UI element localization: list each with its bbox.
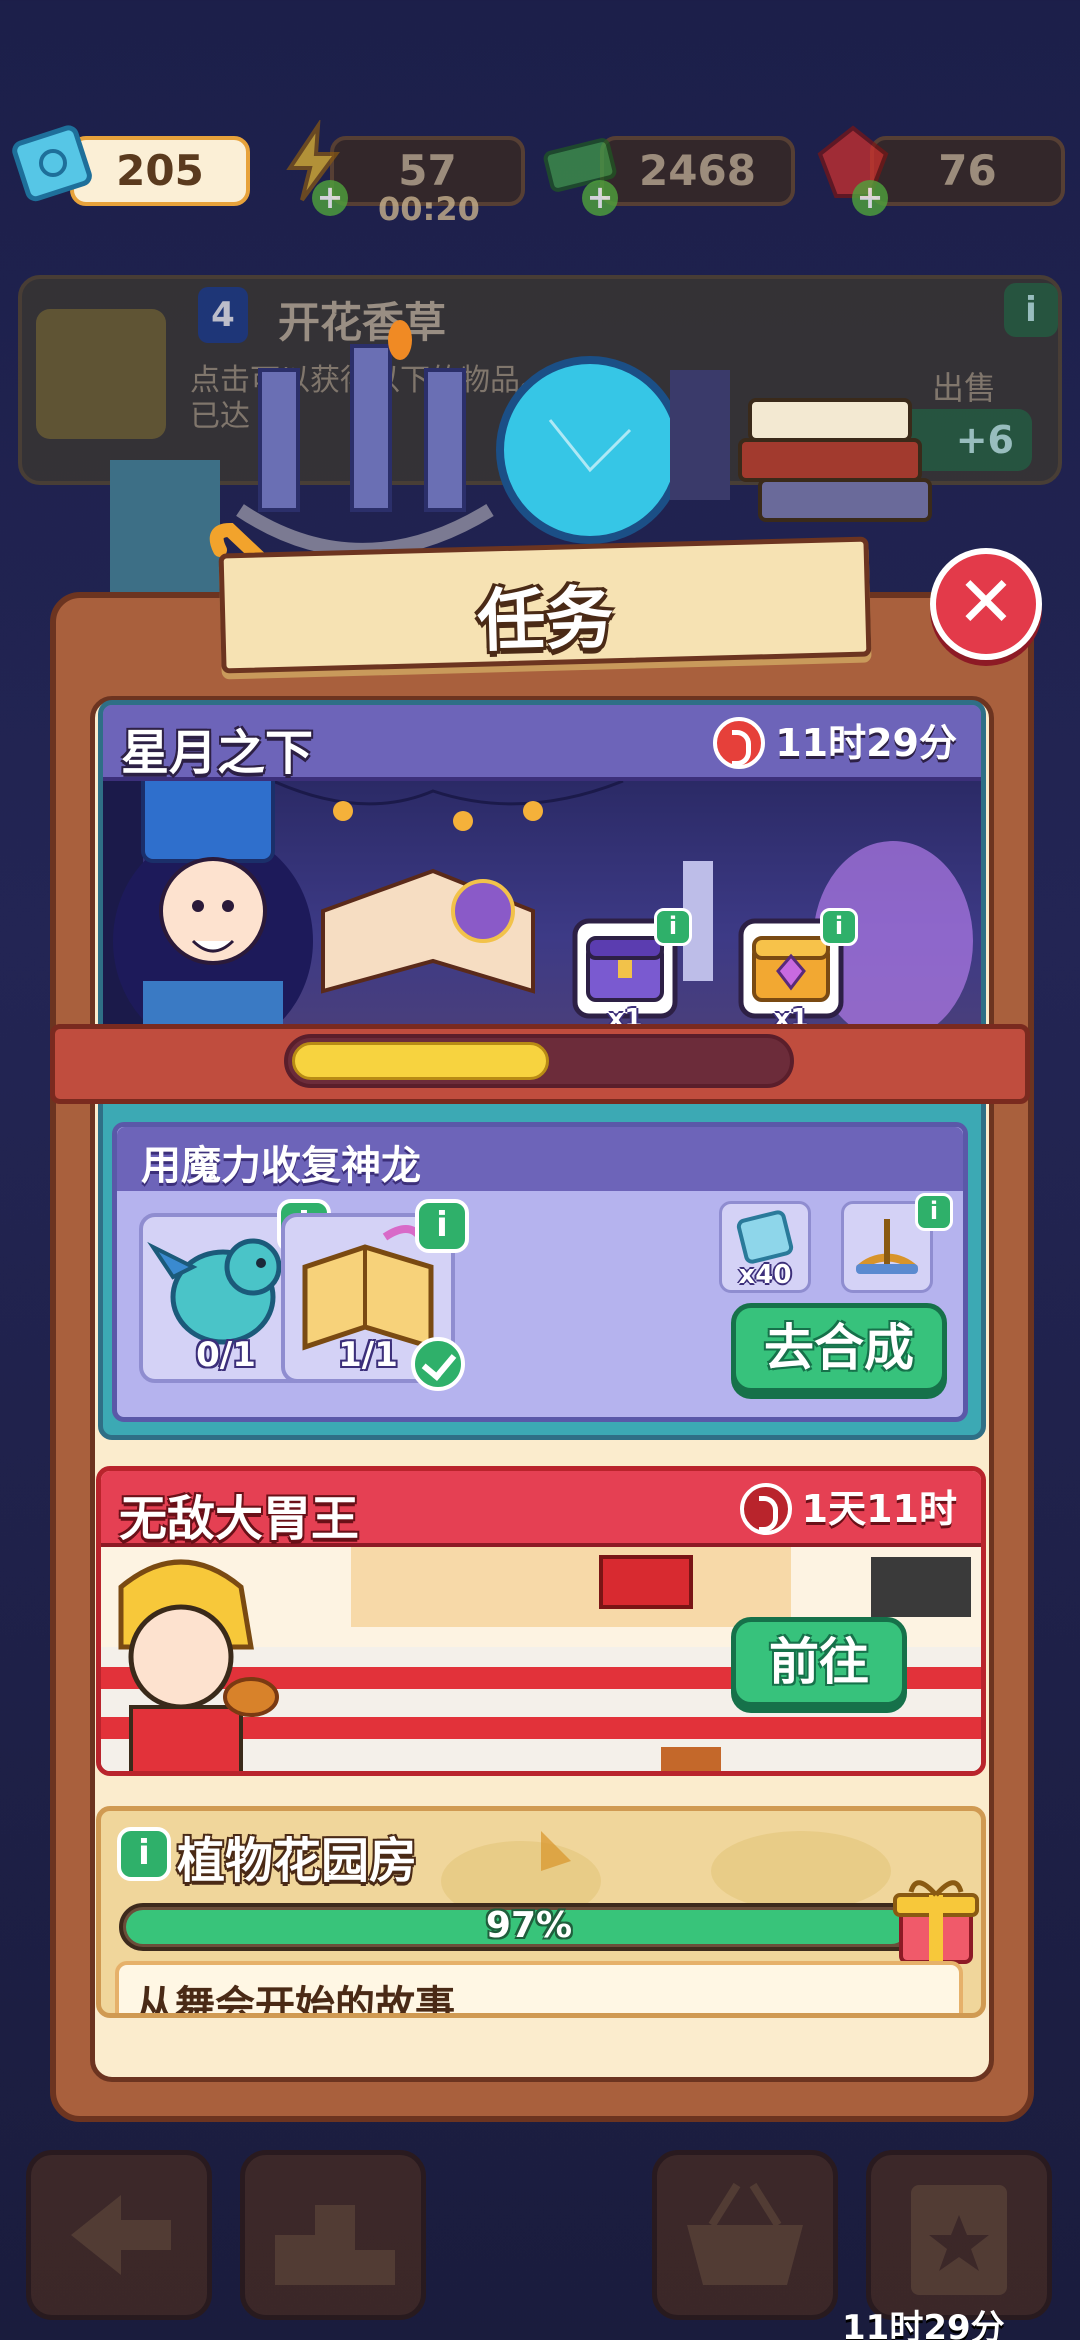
- fortune-teller-character: [113, 769, 313, 1051]
- basket-icon: [687, 2182, 803, 2285]
- event-timer: 11时29分: [703, 713, 971, 773]
- gift-box-icon[interactable]: [891, 1867, 981, 1967]
- quest-timer: 11时29分: [842, 2308, 1005, 2340]
- info-icon[interactable]: i: [820, 908, 858, 946]
- modal-title-banner: 任务: [218, 536, 872, 674]
- story-card[interactable]: 从舞会开始的故事: [115, 1961, 963, 2018]
- ticket-counter[interactable]: 205: [70, 136, 250, 206]
- reward-purple-chest[interactable]: x1 i: [570, 908, 692, 1034]
- event-title: 无敌大胃王: [119, 1491, 360, 1547]
- clock-icon: [713, 717, 766, 769]
- event-progress-bar: [284, 1034, 794, 1088]
- garden-progress-label: 97%: [485, 1905, 573, 1946]
- event-title: 星月之下: [121, 725, 314, 781]
- energy-plus-icon[interactable]: +: [312, 180, 348, 216]
- event-card-eater[interactable]: 无敌大胃王 1天11时 前往: [96, 1466, 986, 1776]
- subtask-reward-ticket[interactable]: x40: [719, 1201, 811, 1293]
- info-icon[interactable]: i: [654, 908, 692, 946]
- clock-icon: [739, 1483, 792, 1535]
- shop-button[interactable]: [652, 2150, 838, 2320]
- cash-counter[interactable]: 2468: [600, 136, 795, 206]
- checkmark-icon: [411, 1337, 465, 1391]
- go-merge-button[interactable]: 去合成: [731, 1303, 947, 1393]
- info-icon[interactable]: i: [1004, 283, 1058, 337]
- event-header: 无敌大胃王 1天11时: [101, 1471, 981, 1547]
- arrow-left-icon: [71, 2195, 171, 2275]
- modal-title: 任务: [476, 579, 615, 662]
- event-header: 星月之下 11时29分: [103, 705, 981, 781]
- event-timer-text: 11时29分: [775, 721, 957, 765]
- back-button[interactable]: [26, 2150, 212, 2320]
- cash-plus-icon[interactable]: +: [582, 180, 618, 216]
- event-progress-fill: [292, 1042, 549, 1080]
- subtask-title: 用魔力收复神龙: [141, 1143, 421, 1189]
- go-button[interactable]: 前往: [731, 1617, 907, 1707]
- gem-counter[interactable]: 76: [870, 136, 1065, 206]
- reward-count: x40: [738, 1260, 792, 1290]
- open-spellbook: [321, 868, 535, 994]
- info-icon[interactable]: i: [117, 1827, 171, 1881]
- subtask-header: 用魔力收复神龙: [117, 1127, 963, 1191]
- ticket-icon: [12, 125, 92, 202]
- ranking-button[interactable]: [240, 2150, 426, 2320]
- energy-timer: 00:20: [378, 190, 480, 228]
- quest-button[interactable]: [866, 2150, 1052, 2320]
- podium-icon: [275, 2205, 395, 2285]
- garden-progress-bar: 97%: [119, 1903, 939, 1951]
- clipboard-star-icon: [911, 2185, 1007, 2295]
- info-icon[interactable]: i: [415, 1199, 469, 1253]
- event-timer-text: 1天11时: [801, 1487, 957, 1531]
- close-icon: ✕: [956, 561, 1016, 643]
- gem-plus-icon[interactable]: +: [852, 180, 888, 216]
- event-timer: 1天11时: [730, 1479, 971, 1539]
- info-icon[interactable]: i: [915, 1193, 953, 1231]
- garden-title: 植物花园房: [177, 1833, 418, 1889]
- story-title: 从舞会开始的故事: [135, 1983, 455, 2018]
- close-button[interactable]: ✕: [930, 548, 1042, 660]
- garden-card[interactable]: i 植物花园房 97% 从舞会开始的故事: [96, 1806, 986, 2018]
- reward-gold-chest[interactable]: x1 i: [736, 908, 858, 1034]
- subtask-card: 用魔力收复神龙 0/1 i 1/1 i x40 i 去合成: [112, 1122, 968, 1422]
